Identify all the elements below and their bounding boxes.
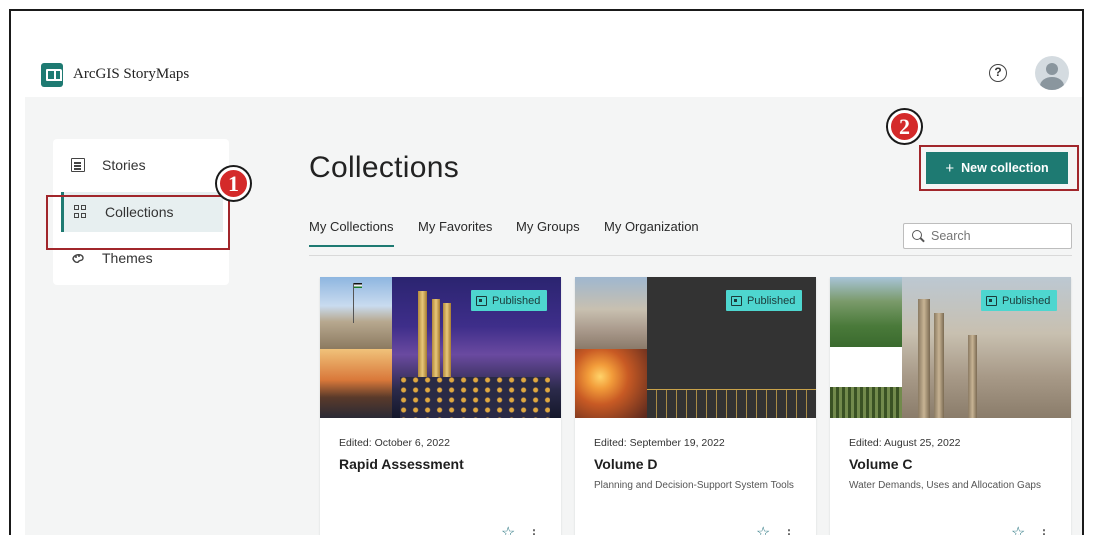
storymaps-logo-icon[interactable]	[41, 63, 63, 87]
favorite-star-icon[interactable]: ☆	[1011, 526, 1025, 535]
card-thumbnail: Published	[320, 277, 561, 418]
page-title: Collections	[309, 151, 460, 184]
top-header: ArcGIS StoryMaps ?	[11, 11, 1082, 99]
tab-my-collections[interactable]: My Collections	[309, 219, 394, 247]
more-options-icon[interactable]: ⋮	[1038, 527, 1050, 535]
status-label: Published	[1002, 294, 1051, 307]
status-badge: Published	[471, 290, 548, 311]
highlight-box-collections	[46, 195, 230, 250]
sidebar-item-label: Themes	[102, 250, 153, 266]
card-description: Planning and Decision-Support System Too…	[594, 480, 794, 491]
collection-card-volume-c[interactable]: Published Edited: August 25, 2022 Volume…	[830, 277, 1071, 535]
tab-my-organization[interactable]: My Organization	[604, 219, 699, 247]
published-icon	[476, 295, 487, 306]
card-title[interactable]: Volume D	[594, 456, 658, 472]
card-title[interactable]: Rapid Assessment	[339, 456, 464, 472]
content-area: Stories Collections Themes 1 Collections…	[25, 97, 1082, 535]
favorite-star-icon[interactable]: ☆	[756, 526, 770, 535]
edited-date: Edited: September 19, 2022	[594, 437, 725, 449]
edited-date: Edited: August 25, 2022	[849, 437, 961, 449]
help-icon[interactable]: ?	[989, 64, 1007, 82]
collection-card-volume-d[interactable]: Published Edited: September 19, 2022 Vol…	[575, 277, 816, 535]
published-icon	[986, 295, 997, 306]
published-icon	[731, 295, 742, 306]
tab-my-groups[interactable]: My Groups	[516, 219, 580, 247]
document-icon	[71, 158, 85, 172]
edited-date: Edited: October 6, 2022	[339, 437, 450, 449]
user-avatar-icon[interactable]	[1035, 56, 1069, 90]
status-label: Published	[492, 294, 541, 307]
search-icon	[912, 230, 924, 242]
search-box[interactable]	[903, 223, 1072, 249]
card-thumbnail: Published	[830, 277, 1071, 418]
status-label: Published	[747, 294, 796, 307]
collection-card-rapid-assessment[interactable]: Published Edited: October 6, 2022 Rapid …	[320, 277, 561, 535]
card-thumbnail: Published	[575, 277, 816, 418]
tabs-divider	[309, 255, 1072, 256]
favorite-star-icon[interactable]: ☆	[501, 526, 515, 535]
highlight-box-new-collection	[919, 145, 1079, 191]
sidebar-item-label: Stories	[102, 157, 146, 173]
step-badge-1: 1	[217, 167, 250, 200]
tab-my-favorites[interactable]: My Favorites	[418, 219, 492, 247]
more-options-icon[interactable]: ⋮	[783, 527, 795, 535]
more-options-icon[interactable]: ⋮	[528, 527, 540, 535]
palette-icon	[71, 251, 85, 265]
app-window: ArcGIS StoryMaps ? Stories Collections T…	[9, 9, 1084, 535]
sidebar-item-stories[interactable]: Stories	[61, 145, 223, 185]
search-input[interactable]	[931, 229, 1061, 243]
card-description: Water Demands, Uses and Allocation Gaps	[849, 480, 1041, 491]
card-title[interactable]: Volume C	[849, 456, 913, 472]
status-badge: Published	[981, 290, 1058, 311]
app-name[interactable]: ArcGIS StoryMaps	[73, 66, 189, 83]
status-badge: Published	[726, 290, 803, 311]
step-badge-2: 2	[888, 110, 921, 143]
